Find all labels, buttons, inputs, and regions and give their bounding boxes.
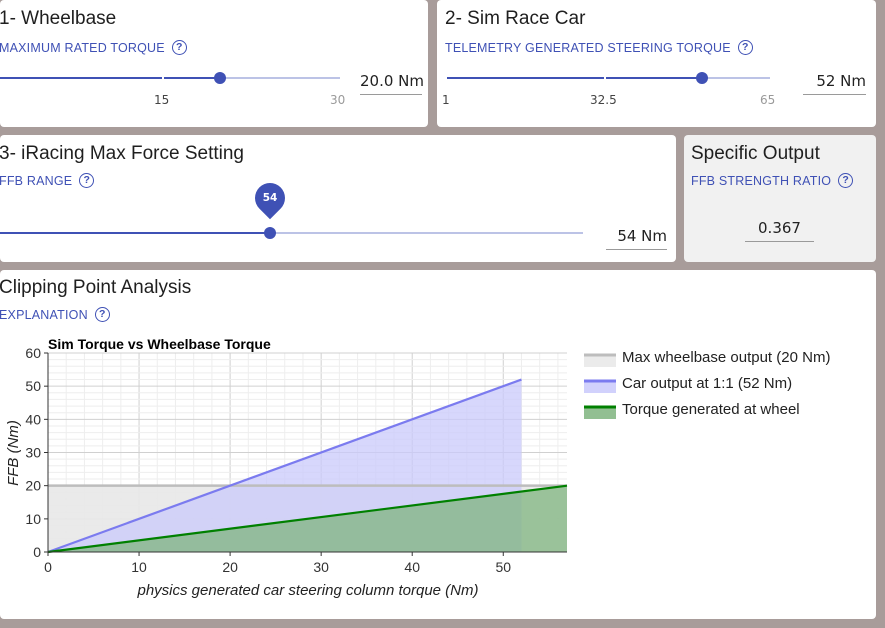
specific-output-title: Specific Output — [691, 143, 820, 164]
wheelbase-subtitle: MAXIMUM RATED TORQUE ? — [0, 40, 187, 55]
iracing-subtitle-label: FFB RANGE — [0, 173, 73, 188]
iracing-value-input[interactable]: 54 Nm — [606, 227, 667, 250]
clipping-card: Clipping Point Analysis EXPLANATION ? Si… — [0, 270, 876, 619]
simcar-mark-max: 65 — [760, 93, 776, 107]
wheelbase-value-input[interactable]: 20.0 Nm — [360, 72, 424, 95]
x-tick-label: 50 — [495, 559, 511, 575]
x-tick-label: 0 — [44, 559, 52, 575]
wheelbase-slider-tick — [162, 77, 164, 79]
wheelbase-mark-max: 30 — [330, 93, 346, 107]
y-tick-label: 40 — [25, 411, 41, 427]
y-tick-label: 60 — [25, 345, 41, 361]
wheelbase-card: 1- Wheelbase MAXIMUM RATED TORQUE ? 15 3… — [0, 0, 428, 127]
legend-swatch-0 — [584, 355, 616, 367]
x-tick-label: 40 — [404, 559, 420, 575]
iracing-slider-tooltip-label: 54 — [262, 192, 278, 204]
wheelbase-title: 1- Wheelbase — [0, 8, 117, 29]
simcar-value-input[interactable]: 52 Nm — [803, 72, 866, 95]
legend-label-1: Car output at 1:1 (52 Nm) — [622, 375, 792, 392]
iracing-card: 3- iRacing Max Force Setting FFB RANGE ?… — [0, 135, 676, 262]
help-circle-icon[interactable]: ? — [171, 40, 187, 55]
simcar-card: 2- Sim Race Car TELEMETRY GENERATED STEE… — [437, 0, 876, 127]
legend-label-0: Max wheelbase output (20 Nm) — [622, 349, 830, 366]
wheelbase-slider-fill — [0, 77, 220, 79]
y-tick-label: 20 — [25, 478, 41, 494]
simcar-slider-tick — [604, 77, 606, 79]
help-circle-icon[interactable]: ? — [838, 173, 854, 188]
simcar-subtitle-label: TELEMETRY GENERATED STEERING TORQUE — [445, 40, 731, 55]
chart-ylabel: FFB (Nm) — [5, 420, 22, 486]
y-tick-label: 30 — [25, 445, 41, 461]
simcar-slider-fill — [447, 77, 702, 79]
wheelbase-mark-mid: 15 — [154, 93, 170, 107]
wheelbase-slider-thumb[interactable] — [214, 72, 226, 84]
specific-output-value: 0.367 — [745, 219, 814, 242]
clipping-chart: Sim Torque vs Wheelbase Torque 0 10 20 30 40… — [5, 336, 830, 599]
y-tick-label: 50 — [25, 378, 41, 394]
help-circle-icon[interactable]: ? — [79, 173, 95, 188]
x-tick-label: 30 — [313, 559, 329, 575]
x-tick-label: 20 — [222, 559, 238, 575]
y-tick-label: 0 — [33, 544, 41, 560]
x-tick-label: 10 — [131, 559, 147, 575]
simcar-slider-thumb[interactable] — [696, 72, 708, 84]
iracing-slider-thumb[interactable] — [264, 227, 276, 239]
simcar-subtitle: TELEMETRY GENERATED STEERING TORQUE ? — [445, 40, 753, 55]
legend-swatch-1 — [584, 381, 616, 393]
simcar-title: 2- Sim Race Car — [445, 8, 586, 29]
wheelbase-subtitle-label: MAXIMUM RATED TORQUE — [0, 40, 165, 55]
help-circle-icon[interactable]: ? — [737, 40, 753, 55]
simcar-mark-min: 1 — [442, 93, 450, 107]
legend-label-2: Torque generated at wheel — [622, 401, 800, 418]
chart-xlabel: physics generated car steering column to… — [137, 582, 479, 599]
legend-swatch-2 — [584, 407, 616, 419]
chart-title: Sim Torque vs Wheelbase Torque — [48, 336, 271, 352]
iracing-title: 3- iRacing Max Force Setting — [0, 143, 244, 164]
specific-output-subtitle: FFB STRENGTH RATIO ? — [691, 173, 854, 188]
iracing-slider-fill — [0, 232, 270, 234]
y-tick-label: 10 — [25, 511, 41, 527]
simcar-mark-mid: 32.5 — [590, 93, 617, 107]
iracing-subtitle: FFB RANGE ? — [0, 173, 95, 188]
specific-output-subtitle-label: FFB STRENGTH RATIO — [691, 173, 832, 188]
specific-output-card: Specific Output FFB STRENGTH RATIO ? 0.3… — [684, 135, 876, 262]
